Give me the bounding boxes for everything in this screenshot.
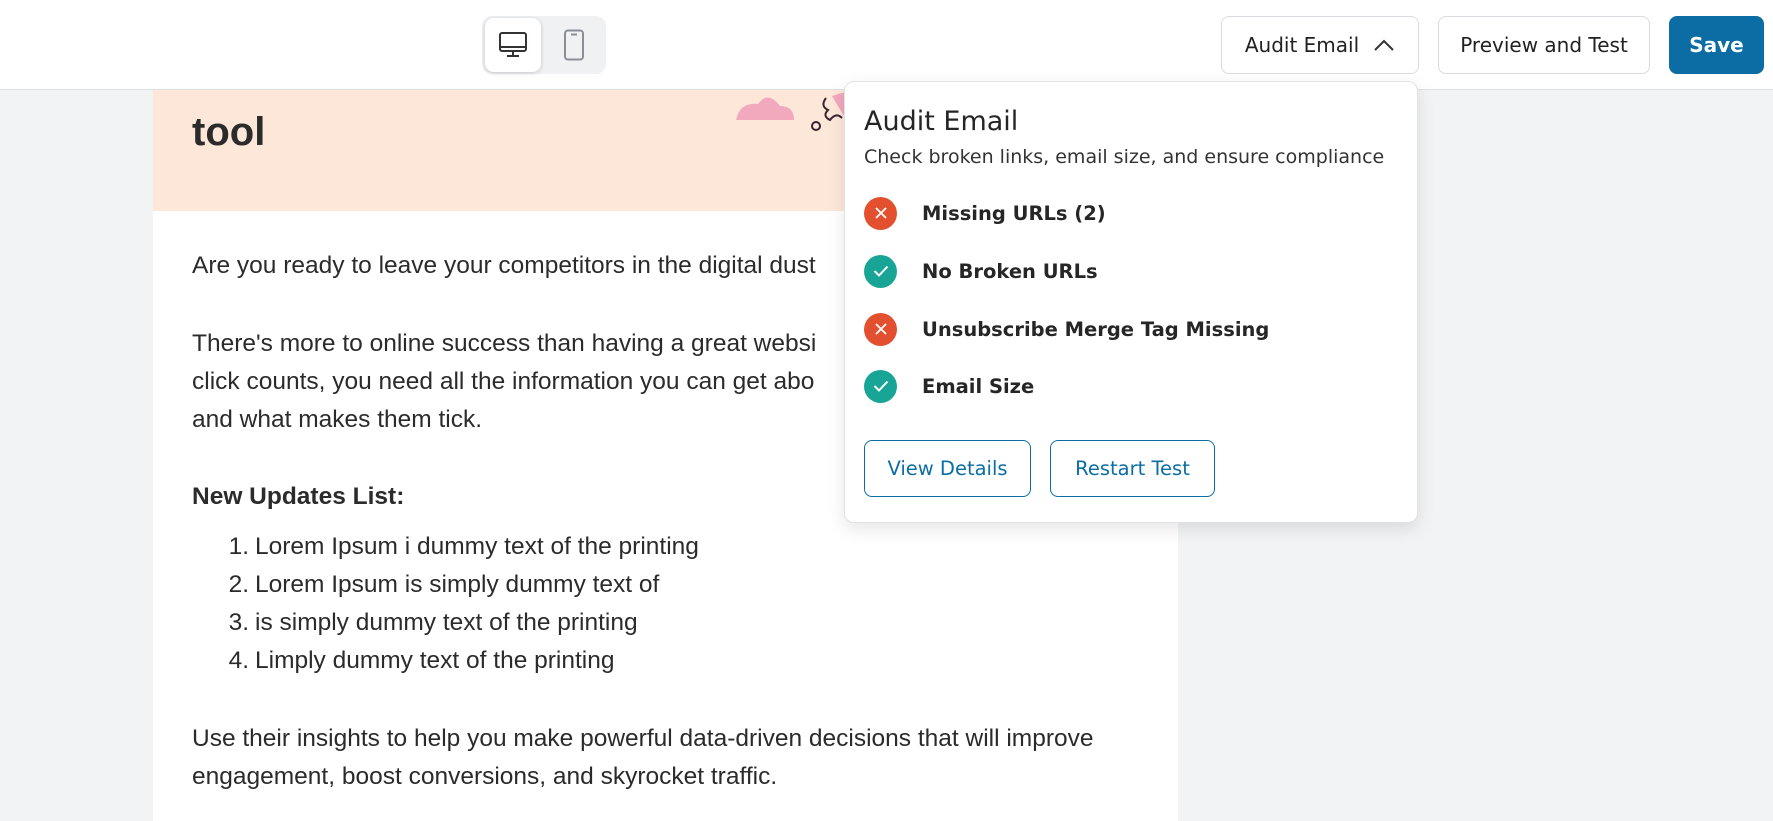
restart-test-button[interactable]: Restart Test [1050, 440, 1215, 497]
save-button[interactable]: Save [1669, 16, 1764, 74]
device-toggle [482, 16, 606, 74]
hero-title: tool [192, 110, 266, 154]
audit-email-popover: Audit Email Check broken links, email si… [844, 81, 1418, 523]
editor-toolbar: Audit Email Preview and Test Save [0, 0, 1773, 90]
list-item-text: Lorem Ipsum i dummy text of the printing [255, 533, 699, 560]
paragraph-line: engagement, boost conversions, and skyro… [192, 763, 778, 790]
mobile-view-button[interactable] [546, 18, 602, 72]
chevron-up-icon [1373, 38, 1395, 52]
list-item: 1. Lorem Ipsum i dummy text of the print… [192, 528, 699, 566]
list-item-text: is simply dummy text of the printing [255, 609, 638, 636]
paragraph-line: Use their insights to help you make powe… [192, 725, 1094, 752]
audit-email-button[interactable]: Audit Email [1221, 16, 1419, 74]
desktop-icon [499, 32, 527, 57]
list-item: 2. Lorem Ipsum is simply dummy text of [192, 566, 699, 604]
audit-title: Audit Email [864, 106, 1019, 137]
audit-check-broken-urls: No Broken URLs [864, 254, 1098, 288]
fail-x-icon [864, 196, 897, 230]
list-number: 3. [228, 609, 249, 636]
check-label: Unsubscribe Merge Tag Missing [922, 317, 1270, 341]
updates-list: 1. Lorem Ipsum i dummy text of the print… [192, 528, 699, 680]
check-label: No Broken URLs [922, 259, 1098, 283]
list-item: 4. Limply dummy text of the printing [192, 642, 699, 680]
pass-check-icon [864, 369, 897, 403]
audit-subtitle: Check broken links, email size, and ensu… [864, 146, 1385, 168]
list-item-text: Lorem Ipsum is simply dummy text of [255, 571, 660, 598]
audit-email-label: Audit Email [1244, 33, 1360, 57]
pass-check-icon [864, 254, 897, 288]
list-item-text: Limply dummy text of the printing [255, 647, 615, 674]
list-number: 2. [228, 571, 249, 598]
list-heading: New Updates List: [192, 483, 405, 510]
intro-paragraph: Are you ready to leave your competitors … [192, 252, 816, 279]
view-details-button[interactable]: View Details [864, 440, 1031, 497]
check-label: Missing URLs (2) [922, 201, 1106, 225]
preview-and-test-button[interactable]: Preview and Test [1438, 16, 1650, 74]
check-label: Email Size [922, 374, 1035, 398]
mobile-icon [564, 29, 584, 61]
closing-paragraph: Use their insights to help you make powe… [192, 720, 1094, 796]
fail-x-icon [864, 312, 897, 346]
list-item: 3. is simply dummy text of the printing [192, 604, 699, 642]
audit-check-missing-urls: Missing URLs (2) [864, 196, 1106, 230]
list-number: 1. [228, 533, 249, 560]
audit-check-unsubscribe-tag: Unsubscribe Merge Tag Missing [864, 312, 1269, 346]
audit-check-email-size: Email Size [864, 369, 1034, 403]
list-number: 4. [228, 647, 249, 674]
desktop-view-button[interactable] [485, 18, 541, 72]
